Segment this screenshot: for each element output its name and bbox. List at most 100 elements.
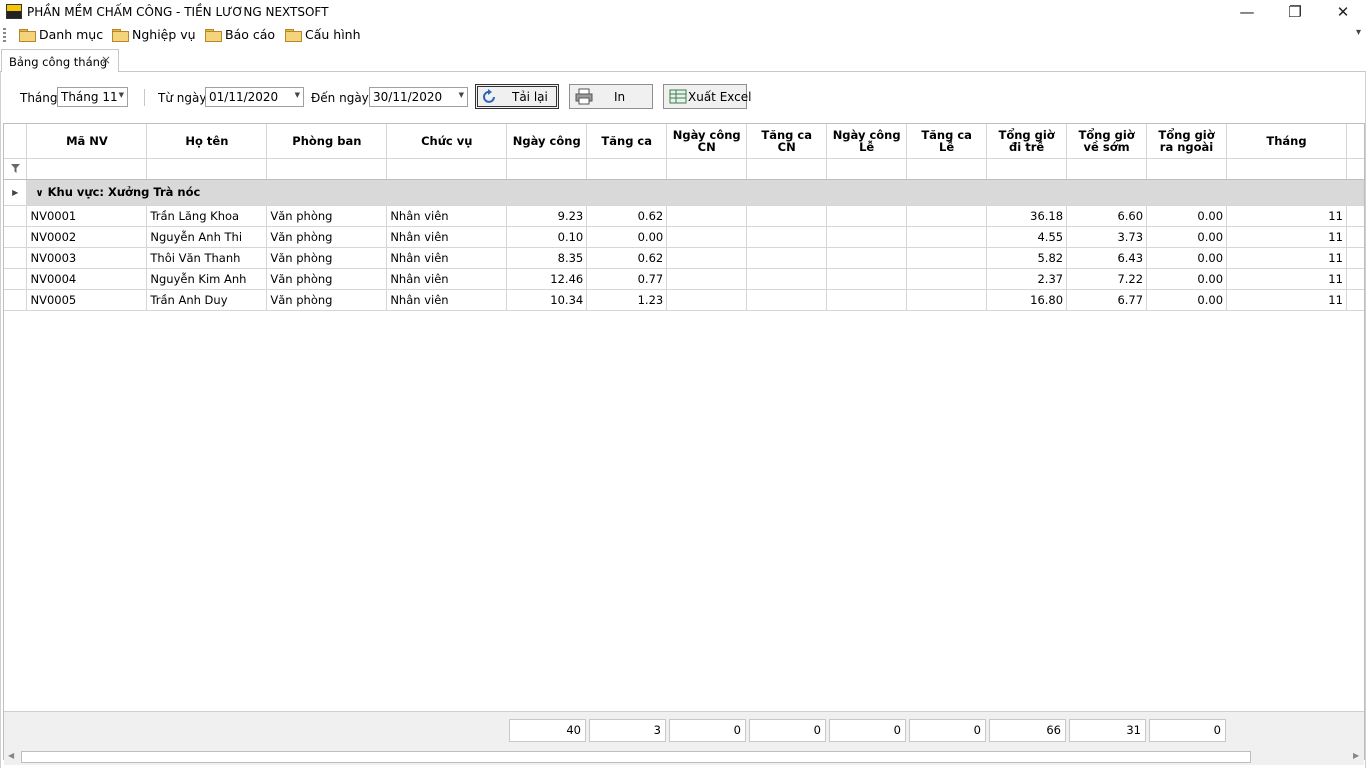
table-cell[interactable]: 0.62: [586, 205, 668, 227]
column-header[interactable]: Ngày công: [506, 124, 588, 159]
table-row[interactable]: NV0001 Trần Lăng Khoa Văn phòng Nhân viên 9.…: [4, 205, 1364, 227]
filter-cell[interactable]: [146, 158, 268, 180]
table-cell[interactable]: Nguyễn Anh Thi: [146, 226, 268, 248]
table-cell[interactable]: 0.00: [1146, 247, 1228, 269]
table-cell[interactable]: Nhân viên: [386, 205, 508, 227]
timesheet-grid[interactable]: Mã NV Họ tên Phòng ban Chức vụ Ngày công…: [3, 123, 1365, 765]
table-cell[interactable]: 2.37: [986, 268, 1068, 290]
table-cell[interactable]: 6.77: [1066, 289, 1148, 311]
table-cell[interactable]: 0.00: [1146, 268, 1228, 290]
export-excel-button[interactable]: Xuất Excel: [663, 84, 752, 109]
table-cell[interactable]: [826, 247, 908, 269]
filter-cell[interactable]: [666, 158, 748, 180]
column-header[interactable]: Tổng giờ ra ngoài: [1146, 124, 1228, 159]
table-cell[interactable]: 0.77: [586, 268, 668, 290]
table-cell[interactable]: 1.23: [586, 289, 668, 311]
table-cell[interactable]: [826, 205, 908, 227]
table-cell[interactable]: 12.46: [506, 268, 588, 290]
table-cell[interactable]: [666, 226, 748, 248]
filter-cell[interactable]: [1066, 158, 1148, 180]
table-cell[interactable]: NV0005: [26, 289, 148, 311]
table-cell[interactable]: [826, 268, 908, 290]
filter-cell[interactable]: [506, 158, 588, 180]
group-row[interactable]: ▶ ∨ Khu vực: Xưởng Trà nóc: [4, 179, 1364, 206]
table-cell[interactable]: Văn phòng: [266, 268, 388, 290]
table-cell[interactable]: [666, 247, 748, 269]
table-cell[interactable]: [666, 205, 748, 227]
table-cell[interactable]: Văn phòng: [266, 289, 388, 311]
table-cell[interactable]: 36.18: [986, 205, 1068, 227]
table-cell[interactable]: Trần Lăng Khoa: [146, 205, 268, 227]
chevron-down-icon[interactable]: ▾: [1356, 27, 1361, 38]
month-select[interactable]: Tháng 11 ▼: [57, 87, 128, 107]
table-row[interactable]: NV0005 Trần Anh Duy Văn phòng Nhân viên 10.3…: [4, 289, 1364, 311]
table-cell[interactable]: [746, 247, 828, 269]
table-cell[interactable]: NV0002: [26, 226, 148, 248]
table-cell[interactable]: 11: [1226, 205, 1347, 227]
filter-cell[interactable]: [746, 158, 828, 180]
scroll-right-icon[interactable]: ▶: [1353, 751, 1359, 760]
table-row[interactable]: NV0004 Nguyễn Kim Anh Văn phòng Nhân viên 12…: [4, 268, 1364, 290]
close-window-button[interactable]: ✕: [1320, 0, 1366, 24]
filter-cell[interactable]: [1146, 158, 1228, 180]
table-cell[interactable]: [746, 268, 828, 290]
restore-button[interactable]: ❐: [1272, 0, 1318, 24]
from-date-picker[interactable]: 01/11/2020 ▼: [205, 87, 304, 107]
column-header[interactable]: Tổng giờ đi trễ: [986, 124, 1068, 159]
filter-cell[interactable]: [826, 158, 908, 180]
chevron-down-icon[interactable]: ∨: [35, 188, 43, 199]
table-cell[interactable]: Thôi Văn Thanh: [146, 247, 268, 269]
column-header[interactable]: Phòng ban: [266, 124, 388, 159]
print-button[interactable]: In: [569, 84, 653, 109]
table-cell[interactable]: [826, 226, 908, 248]
table-cell[interactable]: 0.62: [586, 247, 668, 269]
table-cell[interactable]: 10.34: [506, 289, 588, 311]
table-cell[interactable]: 8.35: [506, 247, 588, 269]
table-cell[interactable]: 0.00: [1146, 226, 1228, 248]
table-cell[interactable]: Nhân viên: [386, 226, 508, 248]
column-header[interactable]: Mã NV: [26, 124, 148, 159]
table-cell[interactable]: 11: [1226, 289, 1347, 311]
table-cell[interactable]: 11: [1226, 268, 1347, 290]
menu-bao-cao[interactable]: Báo cáo: [205, 26, 275, 44]
horizontal-scrollbar[interactable]: ◀ ▶: [4, 749, 1364, 765]
menu-nghiep-vu[interactable]: Nghiệp vụ: [112, 26, 196, 44]
column-header[interactable]: Họ tên: [146, 124, 268, 159]
scrollbar-thumb[interactable]: [21, 751, 1251, 763]
filter-cell[interactable]: [1226, 158, 1347, 180]
filter-cell[interactable]: [26, 158, 148, 180]
column-header[interactable]: Tăng ca: [586, 124, 668, 159]
table-cell[interactable]: [906, 205, 988, 227]
column-header[interactable]: Tăng ca CN: [746, 124, 828, 159]
table-row[interactable]: NV0003 Thôi Văn Thanh Văn phòng Nhân viên 8.…: [4, 247, 1364, 269]
table-cell[interactable]: [906, 268, 988, 290]
table-cell[interactable]: 11: [1226, 226, 1347, 248]
table-cell[interactable]: NV0003: [26, 247, 148, 269]
table-cell[interactable]: Trần Anh Duy: [146, 289, 268, 311]
table-cell[interactable]: [906, 289, 988, 311]
filter-cell[interactable]: [586, 158, 668, 180]
scroll-left-icon[interactable]: ◀: [8, 751, 14, 760]
column-header[interactable]: Tăng ca Lễ: [906, 124, 988, 159]
table-cell[interactable]: 0.00: [1146, 205, 1228, 227]
reload-button[interactable]: Tải lại: [475, 84, 559, 109]
table-cell[interactable]: Văn phòng: [266, 247, 388, 269]
filter-cell[interactable]: [386, 158, 508, 180]
table-cell[interactable]: 11: [1226, 247, 1347, 269]
menu-danh-muc[interactable]: Danh mục: [19, 26, 103, 44]
menu-cau-hinh[interactable]: Cấu hình: [285, 26, 361, 44]
table-cell[interactable]: 5.82: [986, 247, 1068, 269]
table-cell[interactable]: [746, 289, 828, 311]
table-cell[interactable]: 6.60: [1066, 205, 1148, 227]
table-cell[interactable]: [906, 247, 988, 269]
table-cell[interactable]: NV0001: [26, 205, 148, 227]
filter-cell[interactable]: [906, 158, 988, 180]
table-cell[interactable]: 0.00: [1146, 289, 1228, 311]
table-cell[interactable]: 16.80: [986, 289, 1068, 311]
column-header[interactable]: Tháng: [1226, 124, 1347, 159]
table-row[interactable]: NV0002 Nguyễn Anh Thi Văn phòng Nhân viên 0.…: [4, 226, 1364, 248]
table-cell[interactable]: 0.10: [506, 226, 588, 248]
table-cell[interactable]: Nhân viên: [386, 247, 508, 269]
table-cell[interactable]: 3.73: [1066, 226, 1148, 248]
table-cell[interactable]: [746, 205, 828, 227]
